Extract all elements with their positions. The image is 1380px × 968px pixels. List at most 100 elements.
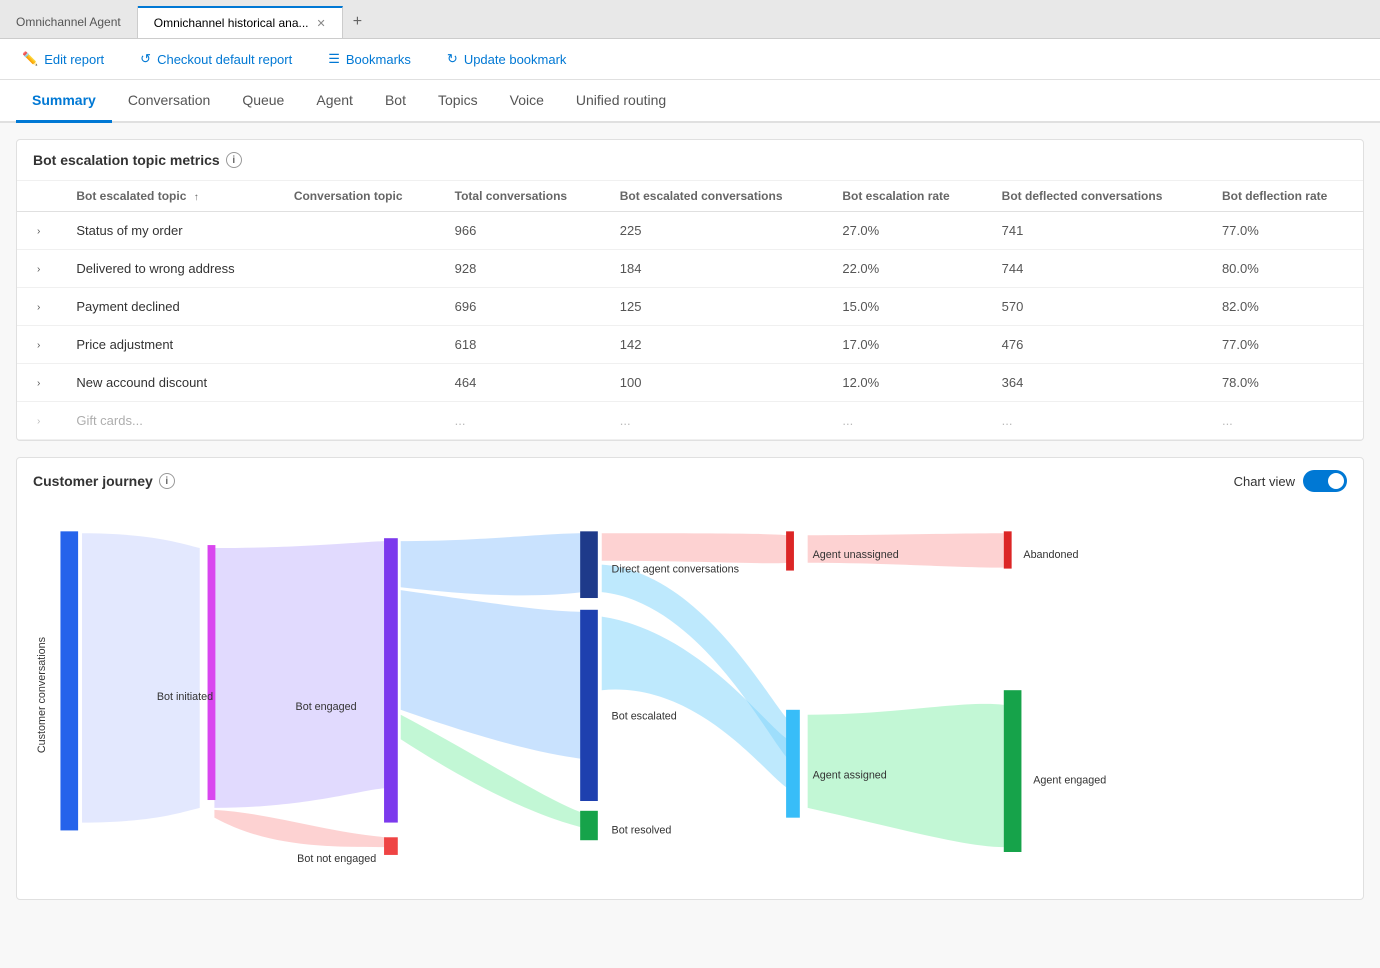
expand-button[interactable]: › (33, 300, 44, 315)
cell-topic: Gift cards... (60, 402, 277, 440)
cell-conversation-topic (278, 326, 439, 364)
th-bot-deflected-convs[interactable]: Bot deflected conversations (986, 181, 1206, 212)
cell-escalated: 125 (604, 288, 827, 326)
bot-metrics-table: Bot escalated topic ↑ Conversation topic… (17, 181, 1363, 440)
expand-cell[interactable]: › (17, 402, 60, 440)
table-row: › Delivered to wrong address 928 184 22.… (17, 250, 1363, 288)
tab-conversation-label: Conversation (128, 92, 211, 108)
tab-voice[interactable]: Voice (494, 80, 560, 123)
th-bot-escalated-convs[interactable]: Bot escalated conversations (604, 181, 827, 212)
label-customer-conversations: Customer conversations (36, 637, 48, 753)
tab-unified-routing-label: Unified routing (576, 92, 666, 108)
label-agent-assigned: Agent assigned (813, 769, 887, 781)
browser-tab-bar: Omnichannel Agent Omnichannel historical… (0, 0, 1380, 39)
tab-agent[interactable]: Omnichannel Agent (0, 6, 138, 38)
cell-topic: Price adjustment (60, 326, 277, 364)
expand-button[interactable]: › (33, 224, 44, 239)
expand-button[interactable]: › (33, 338, 44, 353)
cell-deflection-rate: ... (1206, 402, 1363, 440)
table-row: › Payment declined 696 125 15.0% 570 82.… (17, 288, 1363, 326)
cell-conversation-topic (278, 250, 439, 288)
cell-deflected: 570 (986, 288, 1206, 326)
cell-conversation-topic (278, 212, 439, 250)
tab-summary[interactable]: Summary (16, 80, 112, 123)
update-bookmark-button[interactable]: ↻ Update bookmark (441, 47, 573, 71)
cell-topic: New accound discount (60, 364, 277, 402)
bookmarks-label: Bookmarks (346, 52, 411, 67)
tab-conversation[interactable]: Conversation (112, 80, 227, 123)
edit-icon: ✏️ (22, 51, 38, 67)
cell-topic: Delivered to wrong address (60, 250, 277, 288)
tab-historical[interactable]: Omnichannel historical ana... ✕ (138, 6, 343, 38)
node-bot-resolved (580, 811, 598, 840)
tab-agent[interactable]: Agent (300, 80, 369, 123)
tab-bot[interactable]: Bot (369, 80, 422, 123)
expand-button[interactable]: › (33, 414, 44, 429)
main-content: Bot escalation topic metrics i Bot escal… (0, 123, 1380, 968)
bot-metrics-tbody: › Status of my order 966 225 27.0% 741 7… (17, 212, 1363, 440)
tab-queue[interactable]: Queue (226, 80, 300, 123)
expand-cell[interactable]: › (17, 288, 60, 326)
tab-agent-label: Agent (316, 92, 353, 108)
edit-report-button[interactable]: ✏️ Edit report (16, 47, 110, 71)
tab-topics[interactable]: Topics (422, 80, 494, 123)
cell-deflected: 476 (986, 326, 1206, 364)
th-bot-deflection-rate[interactable]: Bot deflection rate (1206, 181, 1363, 212)
node-bot-initiated (208, 545, 216, 800)
label-bot-initiated: Bot initiated (157, 691, 213, 703)
sankey-chart: Customer conversations Bot initiated Bot… (33, 520, 1347, 880)
chart-view-switch[interactable] (1303, 470, 1347, 492)
cell-total: 464 (439, 364, 604, 402)
label-bot-escalated: Bot escalated (612, 711, 677, 723)
cell-escalation-rate: 15.0% (826, 288, 985, 326)
cell-escalated: 184 (604, 250, 827, 288)
journey-header: Customer journey i Chart view (17, 458, 1363, 504)
toolbar: ✏️ Edit report ↺ Checkout default report… (0, 39, 1380, 80)
cell-deflected: 364 (986, 364, 1206, 402)
bot-metrics-header: Bot escalation topic metrics i (17, 140, 1363, 181)
add-tab-icon: + (353, 13, 362, 30)
cell-escalation-rate: 12.0% (826, 364, 985, 402)
cell-escalation-rate: 17.0% (826, 326, 985, 364)
checkout-default-button[interactable]: ↺ Checkout default report (134, 47, 298, 71)
expand-cell[interactable]: › (17, 326, 60, 364)
th-bot-escalation-rate[interactable]: Bot escalation rate (826, 181, 985, 212)
th-bot-escalated-topic[interactable]: Bot escalated topic ↑ (60, 181, 277, 212)
tab-topics-label: Topics (438, 92, 478, 108)
node-bot-engaged (384, 538, 398, 822)
bot-metrics-table-container[interactable]: Bot escalated topic ↑ Conversation topic… (17, 181, 1363, 440)
label-bot-not-engaged: Bot not engaged (297, 853, 376, 865)
bot-metrics-title: Bot escalation topic metrics (33, 152, 220, 168)
journey-title: Customer journey i (33, 473, 175, 489)
expand-button[interactable]: › (33, 262, 44, 277)
cell-deflected: 741 (986, 212, 1206, 250)
cell-conversation-topic (278, 288, 439, 326)
edit-report-label: Edit report (44, 52, 104, 67)
th-conversation-topic[interactable]: Conversation topic (278, 181, 439, 212)
update-icon: ↻ (447, 51, 458, 67)
cell-topic: Payment declined (60, 288, 277, 326)
cell-escalated: 225 (604, 212, 827, 250)
cell-total: 928 (439, 250, 604, 288)
cell-escalated: 142 (604, 326, 827, 364)
tab-unified-routing[interactable]: Unified routing (560, 80, 682, 123)
bookmarks-button[interactable]: ☰ Bookmarks (322, 47, 417, 71)
cell-escalated: 100 (604, 364, 827, 402)
expand-cell[interactable]: › (17, 364, 60, 402)
tab-summary-label: Summary (32, 92, 96, 108)
expand-cell[interactable]: › (17, 250, 60, 288)
node-agent-unassigned (786, 531, 794, 570)
th-total-conversations[interactable]: Total conversations (439, 181, 604, 212)
cell-conversation-topic (278, 364, 439, 402)
journey-info-icon[interactable]: i (159, 473, 175, 489)
cell-deflection-rate: 82.0% (1206, 288, 1363, 326)
info-icon[interactable]: i (226, 152, 242, 168)
add-tab-button[interactable]: + (343, 7, 372, 37)
table-header: Bot escalated topic ↑ Conversation topic… (17, 181, 1363, 212)
tab-agent-label: Omnichannel Agent (16, 15, 121, 29)
cell-escalation-rate: 22.0% (826, 250, 985, 288)
close-icon[interactable]: ✕ (317, 17, 326, 30)
expand-cell[interactable]: › (17, 212, 60, 250)
label-direct-agent: Direct agent conversations (612, 564, 739, 576)
expand-button[interactable]: › (33, 376, 44, 391)
